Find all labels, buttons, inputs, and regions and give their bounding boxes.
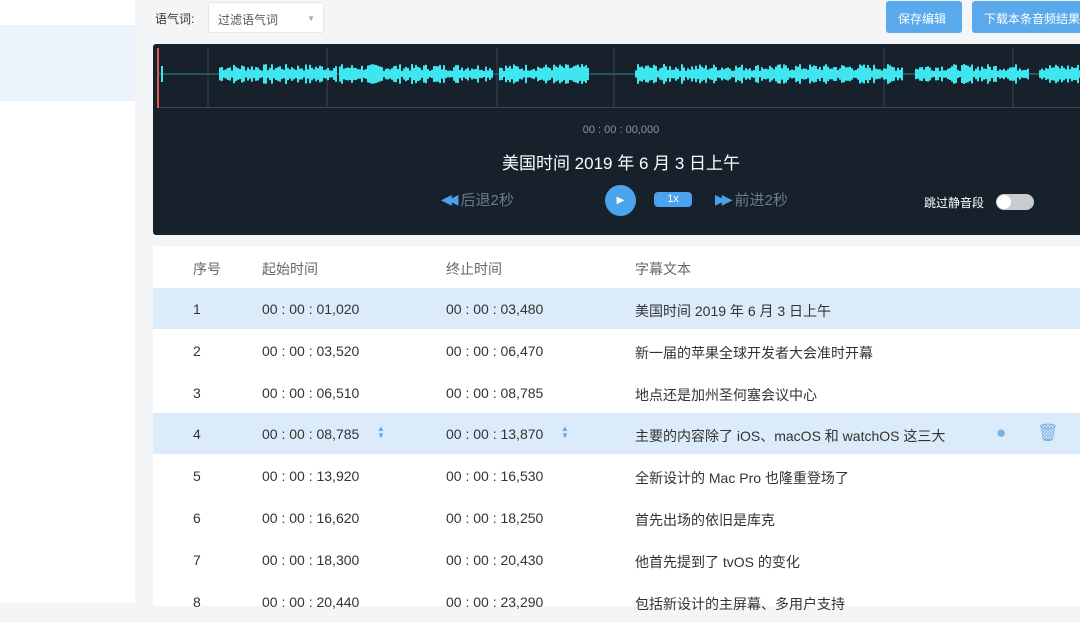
row-text[interactable]: 包括新设计的主屏幕、多用户支持: [635, 594, 845, 614]
table-row[interactable]: 4 00 : 00 : 08,785 00 : 00 : 13,870 主要的内…: [153, 413, 1080, 455]
row-end[interactable]: 00 : 00 : 13,870: [446, 426, 543, 442]
sidebar: [0, 0, 135, 603]
chevron-down-icon: ▼: [307, 14, 315, 23]
row-index: 6: [193, 510, 201, 526]
row-end[interactable]: 00 : 00 : 23,290: [446, 594, 543, 610]
rewind-button[interactable]: ◀◀ 后退2秒: [441, 189, 514, 210]
filter-select-value: 过滤语气词: [218, 13, 279, 27]
subtitle-table: 序号 起始时间 终止时间 字幕文本 1 00 : 00 : 01,020 00 …: [153, 246, 1080, 612]
current-caption: 美国时间 2019 年 6 月 3 日上午: [501, 154, 741, 173]
start-stepper-icon[interactable]: ▲ ▼: [377, 425, 385, 440]
table-header: 序号 起始时间 终止时间 字幕文本: [153, 246, 1080, 287]
rewind-label: 后退2秒: [460, 192, 514, 209]
row-end[interactable]: 00 : 00 : 08,785: [446, 385, 543, 401]
save-button[interactable]: 保存编辑: [886, 1, 962, 33]
row-index: 4: [193, 426, 201, 443]
skip-silence-toggle[interactable]: [996, 194, 1034, 210]
sidebar-active-item[interactable]: [0, 25, 135, 101]
header-start: 起始时间: [262, 261, 318, 277]
row-index: 5: [193, 468, 201, 485]
table-row[interactable]: 8 00 : 00 : 20,440 00 : 00 : 23,290 包括新设…: [153, 581, 1080, 622]
row-index: 8: [193, 593, 201, 610]
row-start[interactable]: 00 : 00 : 03,520: [262, 343, 359, 359]
row-end[interactable]: 00 : 00 : 20,430: [446, 552, 543, 568]
speed-button[interactable]: 1x: [654, 192, 692, 207]
rewind-icon: ◀◀: [441, 191, 458, 207]
row-start[interactable]: 00 : 00 : 01,020: [262, 301, 359, 317]
play-button[interactable]: ▶: [605, 185, 636, 216]
row-start[interactable]: 00 : 00 : 13,920: [262, 468, 359, 484]
row-text[interactable]: 首先出场的依旧是库克: [635, 510, 775, 530]
forward-icon: ▶▶: [715, 191, 732, 207]
row-text[interactable]: 美国时间 2019 年 6 月 3 日上午: [635, 301, 831, 321]
table-row[interactable]: 1 00 : 00 : 01,020 00 : 00 : 03,480 美国时间…: [153, 288, 1080, 329]
download-button[interactable]: 下载本条音频结果: [972, 1, 1080, 33]
row-start[interactable]: 00 : 00 : 18,300: [262, 552, 359, 568]
waveform[interactable]: [157, 48, 1080, 108]
table-row[interactable]: 7 00 : 00 : 18,300 00 : 00 : 20,430 他首先提…: [153, 539, 1080, 580]
row-start[interactable]: 00 : 00 : 06,510: [262, 385, 359, 401]
audio-player: 00 : 00 : 00,000 美国时间 2019 年 6 月 3 日上午 ◀…: [153, 44, 1080, 235]
row-end[interactable]: 00 : 00 : 18,250: [446, 510, 543, 526]
table-row[interactable]: 5 00 : 00 : 13,920 00 : 00 : 16,530 全新设计…: [153, 455, 1080, 496]
row-index: 1: [193, 301, 201, 317]
row-index: 7: [193, 551, 201, 568]
play-row-icon[interactable]: ●: [996, 423, 1006, 443]
table-row[interactable]: 2 00 : 00 : 03,520 00 : 00 : 06,470 新一届的…: [153, 330, 1080, 371]
row-start[interactable]: 00 : 00 : 08,785: [262, 426, 359, 442]
row-index: 2: [193, 342, 201, 359]
row-text[interactable]: 他首先提到了 tvOS 的变化: [635, 552, 800, 572]
forward-label: 前进2秒: [734, 192, 788, 209]
filter-select[interactable]: 过滤语气词 ▼: [208, 2, 324, 33]
table-row[interactable]: 3 00 : 00 : 06,510 00 : 00 : 08,785 地点还是…: [153, 372, 1080, 413]
playhead[interactable]: [157, 48, 159, 108]
header-text: 字幕文本: [635, 261, 691, 277]
header-end: 终止时间: [446, 261, 502, 277]
play-icon: ▶: [616, 195, 625, 206]
skip-silence-label: 跳过静音段: [924, 196, 985, 210]
delete-row-icon[interactable]: 🗑: [1037, 423, 1059, 443]
table-row[interactable]: 6 00 : 00 : 16,620 00 : 00 : 18,250 首先出场…: [153, 497, 1080, 538]
row-index: 3: [193, 384, 201, 401]
row-text[interactable]: 全新设计的 Mac Pro 也隆重登场了: [635, 468, 849, 488]
row-text[interactable]: 主要的内容除了 iOS、macOS 和 watchOS 这三大: [635, 426, 945, 446]
row-start[interactable]: 00 : 00 : 16,620: [262, 510, 359, 526]
end-stepper-icon[interactable]: ▲ ▼: [561, 425, 569, 440]
header-index: 序号: [193, 261, 221, 277]
row-end[interactable]: 00 : 00 : 16,530: [446, 468, 543, 484]
filter-label: 语气词:: [155, 12, 195, 26]
row-start[interactable]: 00 : 00 : 20,440: [262, 594, 359, 610]
row-end[interactable]: 00 : 00 : 06,470: [446, 343, 543, 359]
row-end[interactable]: 00 : 00 : 03,480: [446, 301, 543, 317]
row-text[interactable]: 新一届的苹果全球开发者大会准时开幕: [635, 343, 873, 363]
forward-button[interactable]: ▶▶ 前进2秒: [715, 189, 788, 210]
current-time: 00 : 00 : 00,000: [582, 124, 660, 136]
row-text[interactable]: 地点还是加州圣何塞会议中心: [635, 385, 817, 405]
